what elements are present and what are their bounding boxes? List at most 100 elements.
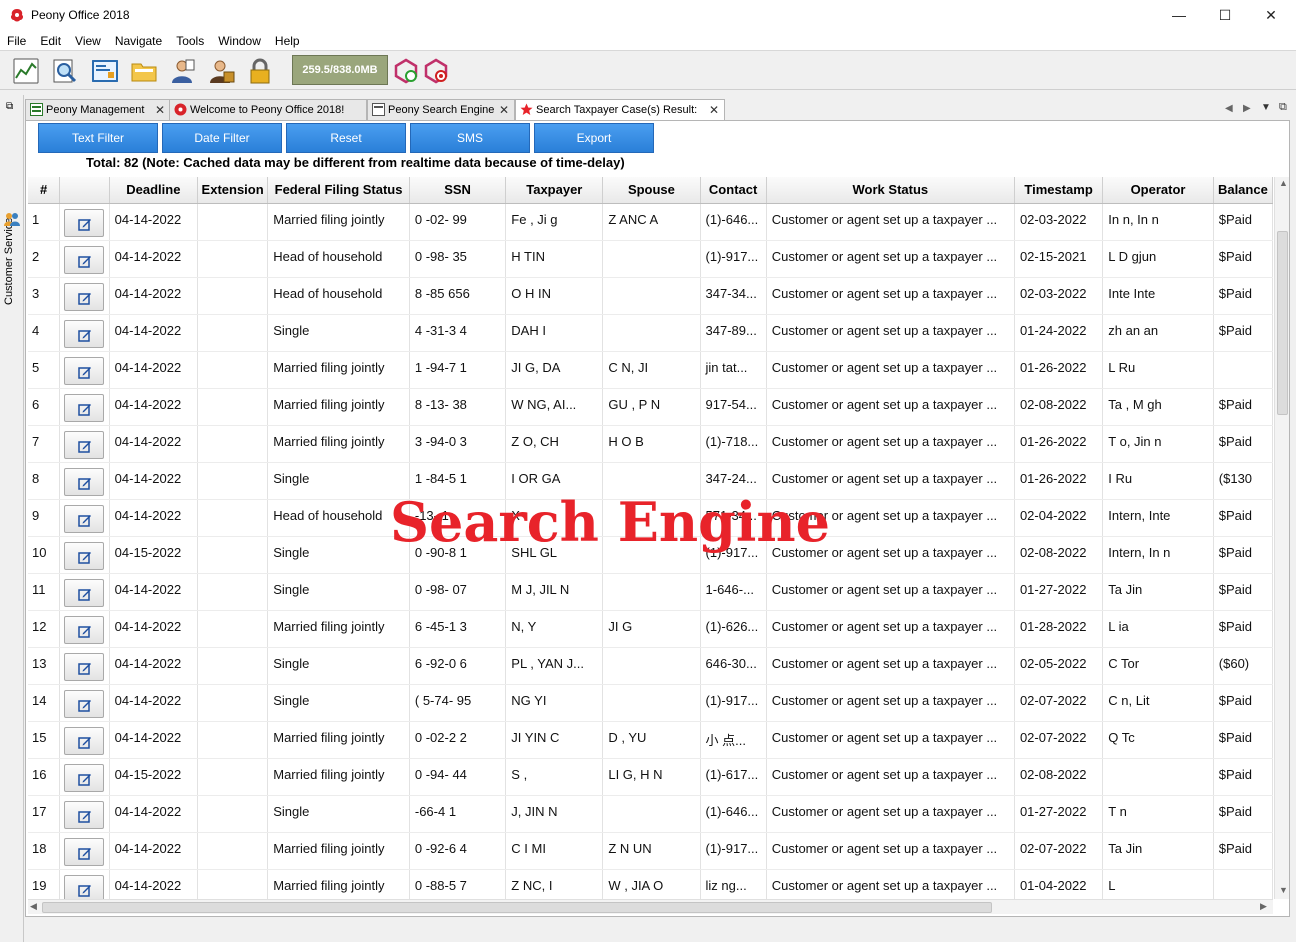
menu-file[interactable]: File [0, 31, 33, 49]
table-row[interactable]: 12 04-14-2022 Married filing jointly 6 -45-… [28, 610, 1273, 648]
column-header-operator[interactable]: Operator [1102, 177, 1214, 204]
table-row[interactable]: 5 04-14-2022 Married filing jointly 1 -94-7… [28, 351, 1273, 389]
column-header-spouse[interactable]: Spouse [602, 177, 701, 204]
tab-list-dropdown-icon[interactable]: ▼ [1261, 102, 1271, 113]
export-button[interactable]: Export [534, 123, 654, 153]
edit-case-button[interactable] [64, 208, 105, 237]
cell-balance: $Paid [1213, 314, 1273, 352]
tab-peony-management[interactable]: Peony Management ✕ [25, 99, 171, 120]
maximize-button[interactable]: ☐ [1202, 4, 1248, 26]
report-tool-button[interactable] [88, 55, 122, 87]
scroll-down-icon[interactable]: ▼ [1279, 885, 1288, 895]
close-tab-icon[interactable]: ✕ [499, 100, 509, 120]
edit-case-button[interactable] [64, 356, 105, 385]
edit-case-button[interactable] [64, 726, 105, 755]
table-row[interactable]: 6 04-14-2022 Married filing jointly 8 -13- … [28, 388, 1273, 426]
edit-case-button[interactable] [64, 615, 105, 644]
edit-case-button[interactable] [64, 874, 105, 899]
column-header-deadline[interactable]: Deadline [109, 177, 199, 204]
column-header-timestamp[interactable]: Timestamp [1014, 177, 1104, 204]
minimize-button[interactable]: — [1156, 4, 1202, 26]
column-header-balance[interactable]: Balance [1213, 177, 1273, 204]
column-header-federal-filing-status[interactable]: Federal Filing Status [267, 177, 410, 204]
menu-window[interactable]: Window [211, 31, 268, 49]
column-header-row-number[interactable]: # [28, 177, 61, 204]
edit-case-button[interactable] [64, 689, 105, 718]
edit-case-button[interactable] [64, 837, 105, 866]
edit-case-button[interactable] [64, 578, 105, 607]
tab-welcome[interactable]: Welcome to Peony Office 2018! [169, 99, 367, 120]
menu-edit[interactable]: Edit [33, 31, 68, 49]
column-header-work-status[interactable]: Work Status [766, 177, 1015, 204]
scroll-left-icon[interactable]: ◀ [30, 901, 37, 912]
chart-tool-button[interactable] [9, 55, 43, 87]
table-row[interactable]: 2 04-14-2022 Head of household 0 -98- 35 H T… [28, 240, 1273, 278]
cell-timestamp: 02-15-2021 [1014, 240, 1104, 278]
horizontal-scroll-thumb[interactable] [42, 902, 992, 913]
close-tab-icon[interactable]: ✕ [709, 100, 719, 120]
date-filter-button[interactable]: Date Filter [162, 123, 282, 153]
menu-navigate[interactable]: Navigate [108, 31, 169, 49]
scroll-right-icon[interactable]: ▶ [1260, 901, 1267, 912]
sms-button[interactable]: SMS [410, 123, 530, 153]
cell-work-status: Customer or agent set up a taxpayer ... [766, 314, 1015, 352]
people-icon[interactable] [4, 211, 20, 227]
column-header-extension[interactable]: Extension [197, 177, 269, 204]
table-row[interactable]: 4 04-14-2022 Single 4 -31-3 4 DAH I 347-89...… [28, 314, 1273, 352]
gc-record-icon[interactable] [423, 58, 449, 84]
gc-clock-icon[interactable] [393, 58, 419, 84]
search-tool-button[interactable] [48, 55, 82, 87]
table-row[interactable]: 19 04-14-2022 Married filing jointly 0 -88-… [28, 869, 1273, 899]
memory-indicator[interactable]: 259.5/838.0MB [292, 55, 388, 85]
edit-case-button[interactable] [64, 652, 105, 681]
tab-scroll-right-icon[interactable]: ▶ [1243, 103, 1251, 114]
vertical-scrollbar[interactable]: ▲ ▼ [1274, 177, 1289, 899]
scroll-up-icon[interactable]: ▲ [1279, 178, 1288, 188]
edit-case-button[interactable] [64, 282, 105, 311]
text-filter-button[interactable]: Text Filter [38, 123, 158, 153]
edit-case-button[interactable] [64, 541, 105, 570]
customer-service-tab[interactable]: Customer Service [3, 218, 15, 305]
restore-icon[interactable]: ⧉ [6, 101, 13, 112]
edit-case-button[interactable] [64, 319, 105, 348]
edit-case-button[interactable] [64, 763, 105, 792]
horizontal-scrollbar[interactable]: ◀ ▶ [28, 899, 1273, 914]
close-window-button[interactable]: ✕ [1248, 4, 1294, 26]
edit-case-button[interactable] [64, 504, 105, 533]
tab-search-result[interactable]: Search Taxpayer Case(s) Result: ✕ [515, 99, 725, 120]
menu-tools[interactable]: Tools [169, 31, 211, 49]
tab-peony-search-engine[interactable]: Peony Search Engine ✕ [367, 99, 515, 120]
tab-scroll-left-icon[interactable]: ◀ [1225, 103, 1233, 114]
table-row[interactable]: 15 04-14-2022 Married filing jointly 0 -02-… [28, 721, 1273, 759]
folder-tool-button[interactable] [127, 55, 161, 87]
user-tool-button[interactable] [165, 55, 199, 87]
table-row[interactable]: 17 04-14-2022 Single -66-4 1 J, JIN N (1)-646… [28, 795, 1273, 833]
table-row[interactable]: 18 04-14-2022 Married filing jointly 0 -92-… [28, 832, 1273, 870]
column-header-edit[interactable] [59, 177, 110, 204]
column-header-taxpayer[interactable]: Taxpayer [505, 177, 604, 204]
vertical-scroll-thumb[interactable] [1277, 231, 1288, 415]
table-row[interactable]: 13 04-14-2022 Single 6 -92-0 6 PL , YAN J...… [28, 647, 1273, 685]
maximize-panel-icon[interactable]: ⧉ [1279, 101, 1287, 114]
agent-tool-button[interactable] [205, 55, 239, 87]
table-row[interactable]: 7 04-14-2022 Married filing jointly 3 -94-0… [28, 425, 1273, 463]
cell-contact: 1-646-... [700, 573, 767, 611]
cell-work-status: Customer or agent set up a taxpayer ... [766, 240, 1015, 278]
table-row[interactable]: 1 04-14-2022 Married filing jointly 0 -02- … [28, 203, 1273, 241]
edit-case-button[interactable] [64, 467, 105, 496]
edit-case-button[interactable] [64, 800, 105, 829]
reset-button[interactable]: Reset [286, 123, 406, 153]
table-row[interactable]: 3 04-14-2022 Head of household 8 -85 656 O H… [28, 277, 1273, 315]
column-header-contact[interactable]: Contact [700, 177, 767, 204]
close-tab-icon[interactable]: ✕ [155, 100, 165, 120]
lock-tool-button[interactable] [243, 55, 277, 87]
table-row[interactable]: 14 04-14-2022 Single( 5-74- 95 NG YI (1)-917… [28, 684, 1273, 722]
table-row[interactable]: 16 04-15-2022 Married filing jointly 0 -94-… [28, 758, 1273, 796]
table-row[interactable]: 11 04-14-2022 Single 0 -98- 07 M J, JIL N 1-6… [28, 573, 1273, 611]
edit-case-button[interactable] [64, 245, 105, 274]
edit-case-button[interactable] [64, 393, 105, 422]
menu-view[interactable]: View [68, 31, 108, 49]
menu-help[interactable]: Help [268, 31, 307, 49]
edit-case-button[interactable] [64, 430, 105, 459]
column-header-ssn[interactable]: SSN [409, 177, 507, 204]
